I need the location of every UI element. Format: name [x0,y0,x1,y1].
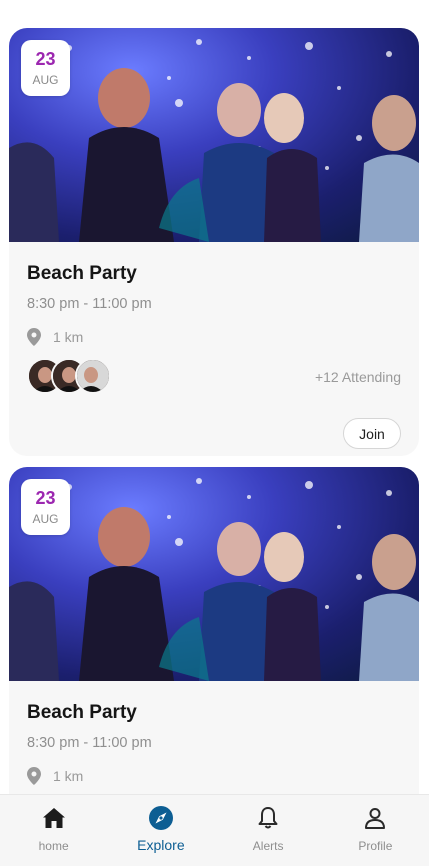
person-icon [365,808,386,829]
event-photo [9,28,419,242]
nav-item-home[interactable]: home [0,795,107,866]
distance-text: 1 km [53,768,84,784]
nav-label: Explore [137,837,185,853]
event-distance: 1 km [27,328,83,346]
location-pin-icon [27,328,41,346]
attendee-avatars[interactable] [27,358,117,394]
date-badge: 23 AUG [21,40,70,96]
nav-label: Alerts [252,839,284,853]
date-badge: 23 AUG [21,479,70,535]
event-title: Beach Party [27,263,137,284]
location-pin-icon [27,767,41,785]
join-button[interactable]: Join [343,418,401,449]
date-day: 23 [35,488,56,508]
bell-icon [258,807,278,829]
nav-item-alerts[interactable]: Alerts [215,795,322,866]
nav-label: Profile [358,839,393,853]
avatar [75,358,111,394]
event-card[interactable]: 23 AUG Beach Party 8:30 pm - 11:00 pm 1 … [9,467,419,794]
event-feed[interactable]: 23 AUG Beach Party 8:30 pm - 11:00 pm 1 … [0,0,429,794]
attending-count: +12 Attending [314,369,401,385]
nav-item-profile[interactable]: Profile [322,795,429,866]
bottom-nav: home Explore Alerts Profile [0,794,429,866]
event-title: Beach Party [27,702,137,723]
date-day: 23 [35,49,56,69]
home-icon [42,808,65,828]
distance-text: 1 km [53,329,84,345]
nav-item-explore[interactable]: Explore [107,795,214,866]
event-card[interactable]: 23 AUG Beach Party 8:30 pm - 11:00 pm 1 … [9,28,419,456]
compass-icon [148,806,173,830]
date-month: AUG [32,512,59,526]
event-distance: 1 km [27,767,83,785]
event-time: 8:30 pm - 11:00 pm [27,296,152,312]
event-time: 8:30 pm - 11:00 pm [27,735,152,751]
date-month: AUG [32,73,59,87]
nav-label: home [38,839,69,853]
event-photo [9,467,419,681]
